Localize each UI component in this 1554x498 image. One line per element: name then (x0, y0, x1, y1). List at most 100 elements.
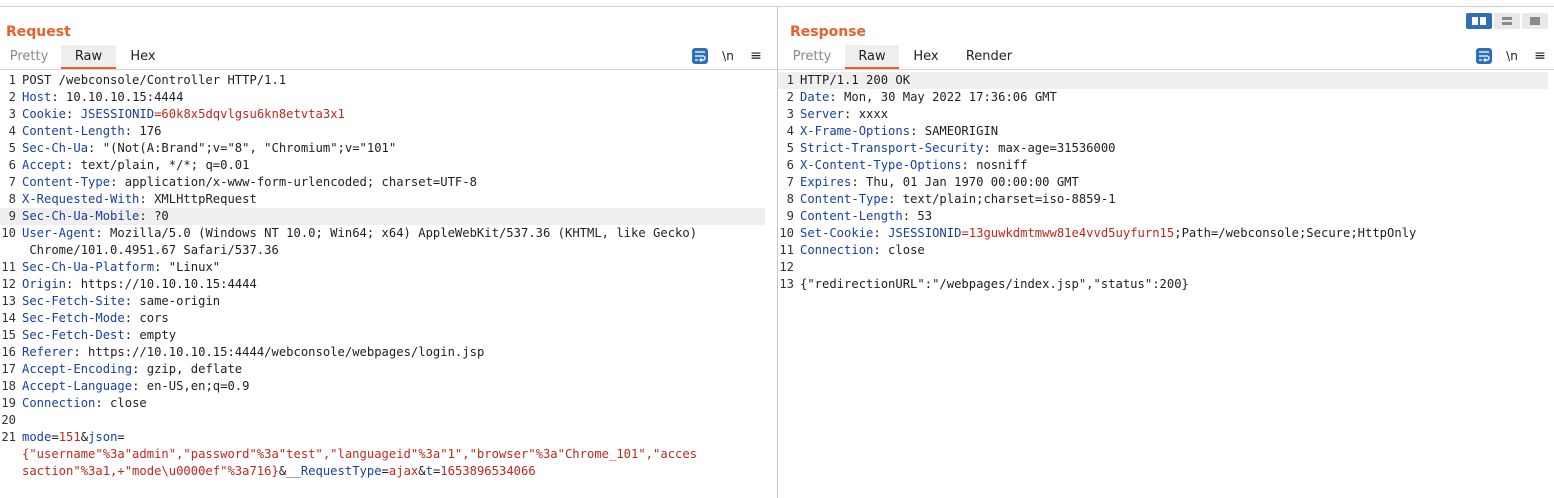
line-content: Strict-Transport-Security: max-age=31536… (800, 140, 1116, 157)
code-line[interactable]: 1 HTTP/1.1 200 OK (778, 72, 1548, 89)
code-line[interactable]: 2 Host: 10.10.10.15:4444 (0, 89, 765, 106)
line-content: Server: xxxx (800, 106, 888, 123)
wrap-lines-icon[interactable] (1476, 48, 1492, 64)
token: = (381, 464, 389, 478)
header-colon: : (95, 226, 103, 240)
code-line[interactable]: 10 User-Agent: Mozilla/5.0 (Windows NT 10… (0, 225, 765, 242)
response-tab-render[interactable]: Render (954, 45, 1024, 69)
header-colon: : (829, 90, 837, 104)
header-value (881, 226, 888, 240)
line-content: Referer: https://10.10.10.15:4444/webcon… (22, 344, 484, 361)
code-line[interactable]: 9 Sec-Ch-Ua-Mobile: ?0 (0, 208, 765, 225)
line-number: 12 (1, 277, 16, 291)
code-line[interactable]: 1 POST /webconsole/Controller HTTP/1.1 (0, 72, 765, 89)
code-line[interactable]: 20 (0, 412, 765, 429)
line-number: 13 (779, 277, 794, 291)
response-tab-raw[interactable]: Raw (845, 45, 899, 69)
code-line[interactable]: 12 (778, 259, 1548, 276)
line-number: 9 (8, 209, 16, 223)
line-number: 13 (1, 294, 16, 308)
line-content: {"username"%3a"admin","password"%3a"test… (22, 446, 697, 463)
code-line[interactable]: 8 X-Requested-With: XMLHttpRequest (0, 191, 765, 208)
response-tab-pretty[interactable]: Pretty (784, 45, 840, 69)
header-name: Origin (22, 277, 67, 291)
header-value: cors (132, 311, 169, 325)
response-pane: Response Pretty Raw Hex Render \n ≡ 1 HTT… (778, 7, 1554, 498)
code-line[interactable]: 7 Expires: Thu, 01 Jan 1970 00:00:00 GMT (778, 174, 1548, 191)
token: saction"%3a1,+"mode\u0000ef"%3a716} (22, 464, 279, 478)
token: = (51, 430, 59, 444)
line-number: 17 (1, 362, 16, 376)
code-line[interactable]: 16 Referer: https://10.10.10.15:4444/webc… (0, 344, 765, 361)
request-tab-pretty[interactable]: Pretty (0, 45, 58, 69)
code-line[interactable]: 18 Accept-Language: en-US,en;q=0.9 (0, 378, 765, 395)
header-name: X-Content-Type-Options (800, 158, 962, 172)
code-line[interactable]: 6 Accept: text/plain, */*; q=0.01 (0, 157, 765, 174)
code-line[interactable]: 15 Sec-Fetch-Dest: empty (0, 327, 765, 344)
header-value (73, 107, 80, 121)
code-line[interactable]: 17 Accept-Encoding: gzip, deflate (0, 361, 765, 378)
request-tab-rule (0, 69, 777, 70)
newline-toggle-icon[interactable]: \n (719, 48, 737, 64)
header-value: nosniff (968, 158, 1028, 172)
token: __RequestType (286, 464, 382, 478)
header-name: Content-Length (800, 209, 903, 223)
line-text: HTTP/1.1 200 OK (800, 73, 911, 87)
code-line[interactable]: 8 Content-Type: text/plain;charset=iso-88… (778, 191, 1548, 208)
code-line[interactable]: 12 Origin: https://10.10.10.15:4444 (0, 276, 765, 293)
line-number: 10 (779, 226, 794, 240)
token: 1653896534066 (440, 464, 536, 478)
header-name: Expires (800, 175, 852, 189)
request-tab-raw[interactable]: Raw (61, 45, 116, 69)
header-value: 53 (910, 209, 933, 223)
wrap-lines-icon[interactable] (692, 48, 708, 64)
header-name: Sec-Fetch-Site (22, 294, 125, 308)
code-line[interactable]: 13 {"redirectionURL":"/webpages/index.jsp… (778, 276, 1548, 293)
code-line[interactable]: 14 Sec-Fetch-Mode: cors (0, 310, 765, 327)
header-name: Strict-Transport-Security (800, 141, 984, 155)
code-line[interactable]: 5 Strict-Transport-Security: max-age=3153… (778, 140, 1548, 157)
code-line[interactable]: 7 Content-Type: application/x-www-form-ur… (0, 174, 765, 191)
line-number: 20 (1, 413, 16, 427)
menu-icon[interactable]: ≡ (1532, 48, 1548, 64)
code-line[interactable]: saction"%3a1,+"mode\u0000ef"%3a716} & __Re… (0, 463, 765, 480)
line-content: X-Requested-With: XMLHttpRequest (22, 191, 257, 208)
header-colon: : (983, 141, 991, 155)
line-number: 7 (8, 175, 16, 189)
line-content: Sec-Ch-Ua-Mobile: ?0 (22, 208, 169, 225)
header-value: 176 (132, 124, 162, 138)
header-colon: : (124, 124, 133, 138)
response-tab-hex[interactable]: Hex (902, 45, 950, 69)
line-number: 6 (786, 158, 794, 172)
code-line[interactable]: 21 mode=151&json= (0, 429, 765, 446)
code-line[interactable]: 3 Cookie: JSESSIONID=60k8x5dqvlgsu6kn8etv… (0, 106, 765, 123)
header-colon: : (902, 209, 911, 223)
code-line[interactable]: 2 Date: Mon, 30 May 2022 17:36:06 GMT (778, 89, 1548, 106)
code-line[interactable]: 19 Connection: close (0, 395, 765, 412)
header-value: 10.10.10.15:4444 (58, 90, 184, 104)
code-line[interactable]: 11 Connection: close (778, 242, 1548, 259)
response-tab-rule (778, 69, 1554, 70)
code-line[interactable]: 6 X-Content-Type-Options: nosniff (778, 157, 1548, 174)
code-line[interactable]: {"username"%3a"admin","password"%3a"test… (0, 446, 765, 463)
code-line[interactable]: 11 Sec-Ch-Ua-Platform: "Linux" (0, 259, 765, 276)
code-line[interactable]: 13 Sec-Fetch-Site: same-origin (0, 293, 765, 310)
request-tab-hex[interactable]: Hex (118, 45, 168, 69)
header-colon: : (95, 396, 103, 410)
code-line[interactable]: 4 Content-Length: 176 (0, 123, 765, 140)
newline-toggle-icon[interactable]: \n (1503, 48, 1521, 64)
line-content: Expires: Thu, 01 Jan 1970 00:00:00 GMT (800, 174, 1079, 191)
code-line[interactable]: Chrome/101.0.4951.67 Safari/537.36 (0, 242, 765, 259)
line-number: 15 (1, 328, 16, 342)
code-line[interactable]: 5 Sec-Ch-Ua: "(Not(A:Brand";v="8", "Chrom… (0, 140, 765, 157)
code-line[interactable]: 3 Server: xxxx (778, 106, 1548, 123)
menu-icon[interactable]: ≡ (748, 48, 764, 64)
line-number: 7 (786, 175, 794, 189)
code-line[interactable]: 10 Set-Cookie: JSESSIONID=13guwkdmtmww81e… (778, 225, 1548, 242)
line-number: 1 (8, 73, 16, 87)
header-value: en-US,en;q=0.9 (139, 379, 250, 393)
line-content: {"redirectionURL":"/webpages/index.jsp",… (800, 276, 1189, 293)
header-colon: : (873, 226, 881, 240)
code-line[interactable]: 9 Content-Length: 53 (778, 208, 1548, 225)
code-line[interactable]: 4 X-Frame-Options: SAMEORIGIN (778, 123, 1548, 140)
